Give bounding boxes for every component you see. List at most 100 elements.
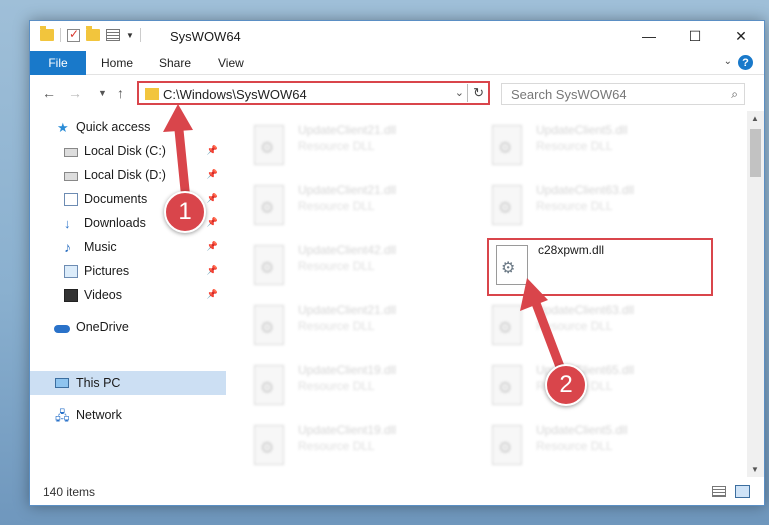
file-description: Resource DLL — [298, 259, 375, 273]
scroll-down-arrow-icon[interactable]: ▼ — [751, 465, 759, 474]
file-item[interactable]: UpdateClient19.dll Resource DLL — [226, 419, 426, 475]
disk-icon — [64, 171, 78, 181]
file-item[interactable]: UpdateClient21.dll Resource DLL — [226, 179, 426, 235]
dll-file-icon — [254, 365, 284, 405]
documents-icon — [64, 192, 78, 206]
pc-icon — [55, 378, 69, 388]
dll-file-icon — [492, 185, 522, 225]
pin-icon[interactable]: 📌 — [207, 265, 218, 276]
address-dropdown-chevron-icon[interactable]: ⌄ — [455, 86, 464, 99]
sidebar-item-label: Videos — [84, 288, 122, 302]
dll-file-icon — [254, 245, 284, 285]
tab-file[interactable]: File — [30, 51, 86, 75]
folder-icon — [40, 26, 54, 41]
navigation-pane: ★ Quick access Local Disk (C:) 📌 Local D… — [30, 111, 226, 477]
sidebar-item-local-disk-c[interactable]: Local Disk (C:) 📌 — [30, 139, 226, 163]
file-description: Resource DLL — [298, 199, 375, 213]
title-bar: ▼ SysWOW64 — ☐ ✕ — [30, 21, 764, 51]
dll-file-icon — [492, 125, 522, 165]
address-separator — [467, 84, 468, 102]
pin-icon[interactable]: 📌 — [207, 193, 218, 204]
scrollbar-thumb[interactable] — [750, 129, 761, 177]
maximize-button[interactable]: ☐ — [672, 21, 718, 51]
sidebar-item-music[interactable]: ♪ Music 📌 — [30, 235, 226, 259]
sidebar-item-label: This PC — [76, 376, 121, 390]
sidebar-item-videos[interactable]: Videos 📌 — [30, 283, 226, 307]
pin-icon[interactable]: 📌 — [207, 241, 218, 252]
expand-ribbon-chevron-icon[interactable]: ⌄ — [724, 56, 732, 67]
toolbar-separator — [139, 28, 141, 42]
network-icon: 🖧 — [55, 407, 70, 423]
pin-icon[interactable]: 📌 — [207, 169, 218, 180]
new-folder-icon[interactable] — [86, 26, 100, 41]
file-name: UpdateClient19.dll — [298, 423, 397, 437]
customize-toolbar-chevron-icon[interactable]: ▼ — [126, 31, 134, 40]
file-name: UpdateClient19.dll — [298, 363, 397, 377]
music-icon: ♪ — [64, 238, 71, 255]
status-bar: 140 items — [30, 477, 764, 505]
properties-icon[interactable] — [106, 29, 120, 41]
explorer-window: ▼ SysWOW64 — ☐ ✕ File Home Share View ⌄ … — [29, 20, 765, 506]
highlight-box-file — [487, 238, 713, 296]
ribbon: File Home Share View ⌄ ? — [30, 51, 764, 75]
minimize-button[interactable]: — — [626, 21, 672, 51]
address-path[interactable]: C:\Windows\SysWOW64 — [163, 87, 307, 102]
search-input[interactable] — [511, 84, 711, 104]
back-arrow-icon[interactable]: ← — [42, 85, 56, 101]
file-description: Resource DLL — [298, 139, 375, 153]
dll-file-icon — [492, 425, 522, 465]
tab-home[interactable]: Home — [101, 51, 133, 75]
step-1-callout: 1 — [164, 191, 206, 233]
videos-icon — [64, 288, 78, 302]
file-name: UpdateClient5.dll — [536, 423, 628, 437]
file-description: Resource DLL — [536, 439, 613, 453]
window-title: SysWOW64 — [170, 29, 241, 44]
pin-icon[interactable]: 📌 — [207, 145, 218, 156]
file-description: Resource DLL — [536, 319, 613, 333]
file-item[interactable]: UpdateClient63.dll Resource DLL — [464, 299, 664, 355]
pictures-icon — [64, 264, 78, 278]
properties-check-icon[interactable] — [67, 27, 80, 42]
quick-access-toolbar: ▼ — [40, 26, 141, 42]
file-item[interactable]: UpdateClient5.dll Resource DLL — [464, 419, 664, 475]
search-box[interactable]: ⌕ — [501, 83, 745, 105]
item-count: 140 items — [43, 485, 96, 499]
forward-arrow-icon[interactable]: → — [68, 85, 82, 101]
sidebar-item-onedrive[interactable]: OneDrive — [30, 315, 226, 339]
sidebar-item-label: OneDrive — [76, 320, 129, 334]
downloads-icon: ↓ — [64, 215, 71, 231]
sidebar-item-pictures[interactable]: Pictures 📌 — [30, 259, 226, 283]
file-description: Resource DLL — [298, 319, 375, 333]
onedrive-icon — [54, 324, 70, 333]
address-bar[interactable]: C:\Windows\SysWOW64 ⌄ ↻ — [137, 81, 490, 105]
pin-icon[interactable]: 📌 — [207, 217, 218, 228]
help-icon[interactable]: ? — [738, 55, 753, 70]
refresh-icon[interactable]: ↻ — [473, 85, 484, 101]
scroll-up-arrow-icon[interactable]: ▲ — [751, 114, 759, 123]
file-item[interactable]: UpdateClient63.dll Resource DLL — [464, 179, 664, 235]
file-item[interactable]: UpdateClient21.dll Resource DLL — [226, 119, 426, 175]
file-item[interactable]: UpdateClient21.dll Resource DLL — [226, 299, 426, 355]
tab-view[interactable]: View — [218, 51, 244, 75]
up-arrow-icon[interactable]: ↑ — [117, 85, 124, 101]
sidebar-item-network[interactable]: 🖧 Network — [30, 403, 226, 427]
vertical-scrollbar[interactable]: ▲ ▼ — [747, 111, 764, 477]
file-item[interactable]: UpdateClient42.dll Resource DLL — [226, 239, 426, 295]
file-item[interactable]: UpdateClient5.dll Resource DLL — [464, 119, 664, 175]
sidebar-item-this-pc[interactable]: This PC — [30, 371, 226, 395]
tab-share[interactable]: Share — [159, 51, 191, 75]
sidebar-item-label: Pictures — [84, 264, 130, 278]
sidebar-item-quick-access[interactable]: ★ Quick access — [30, 115, 226, 139]
file-description: Resource DLL — [536, 199, 613, 213]
details-view-icon[interactable] — [712, 486, 726, 497]
recent-locations-chevron-icon[interactable]: ▼ — [98, 88, 107, 98]
sidebar-item-local-disk-d[interactable]: Local Disk (D:) 📌 — [30, 163, 226, 187]
step-2-callout: 2 — [545, 364, 587, 406]
close-button[interactable]: ✕ — [718, 21, 764, 51]
tiles-view-icon[interactable] — [735, 485, 750, 498]
file-description: Resource DLL — [298, 379, 375, 393]
file-item[interactable]: UpdateClient19.dll Resource DLL — [226, 359, 426, 415]
dll-file-icon — [492, 305, 522, 345]
pin-icon[interactable]: 📌 — [207, 289, 218, 300]
search-icon[interactable]: ⌕ — [731, 87, 738, 102]
